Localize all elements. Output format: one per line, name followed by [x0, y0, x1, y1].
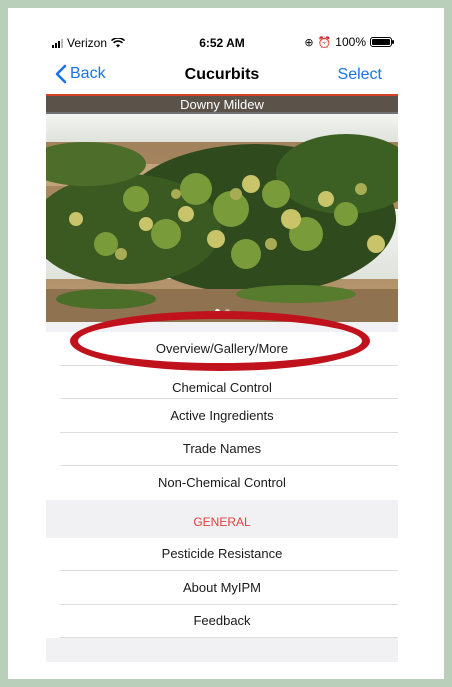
menu-bottom-spacer — [46, 638, 398, 662]
menu-item-about-myipm[interactable]: About MyIPM — [60, 571, 398, 605]
menu-item-trade-names[interactable]: Trade Names — [60, 432, 398, 466]
disease-image-carousel[interactable]: Downy Mildew — [46, 94, 398, 322]
navigation-bar: Back Cucurbits Select — [46, 62, 398, 94]
image-caption: Downy Mildew — [46, 94, 398, 114]
carousel-page-indicator[interactable] — [46, 309, 398, 314]
topic-menu: Overview/Gallery/More Chemical Control A… — [46, 322, 398, 662]
downy-mildew-photo — [46, 94, 398, 322]
page-dot-2[interactable] — [224, 309, 230, 314]
menu-item-chemical-control[interactable]: Chemical Control — [60, 365, 398, 399]
page-dot-1[interactable] — [214, 309, 220, 314]
menu-item-overview[interactable]: Overview/Gallery/More — [60, 332, 398, 366]
battery-percent: 100% — [335, 35, 366, 49]
menu-item-active-ingredients[interactable]: Active Ingredients — [60, 399, 398, 433]
alarm-icon: ⏰ — [317, 36, 332, 49]
status-indicators: ⊕ ⏰ 100% — [304, 35, 394, 49]
menu-item-feedback[interactable]: Feedback — [60, 604, 398, 638]
menu-top-spacer — [46, 322, 398, 332]
status-bar: Verizon 6:52 AM ⊕ ⏰ 100% — [46, 22, 398, 62]
orientation-lock-icon: ⊕ — [304, 36, 314, 49]
battery-icon — [370, 37, 394, 47]
section-header-general: GENERAL — [46, 499, 398, 538]
phone-screen: Verizon 6:52 AM ⊕ ⏰ 100% Back Cucurbits … — [46, 22, 398, 662]
menu-item-pesticide-resistance[interactable]: Pesticide Resistance — [60, 537, 398, 571]
menu-item-non-chemical-control[interactable]: Non-Chemical Control — [60, 466, 398, 500]
select-button[interactable]: Select — [338, 66, 382, 84]
